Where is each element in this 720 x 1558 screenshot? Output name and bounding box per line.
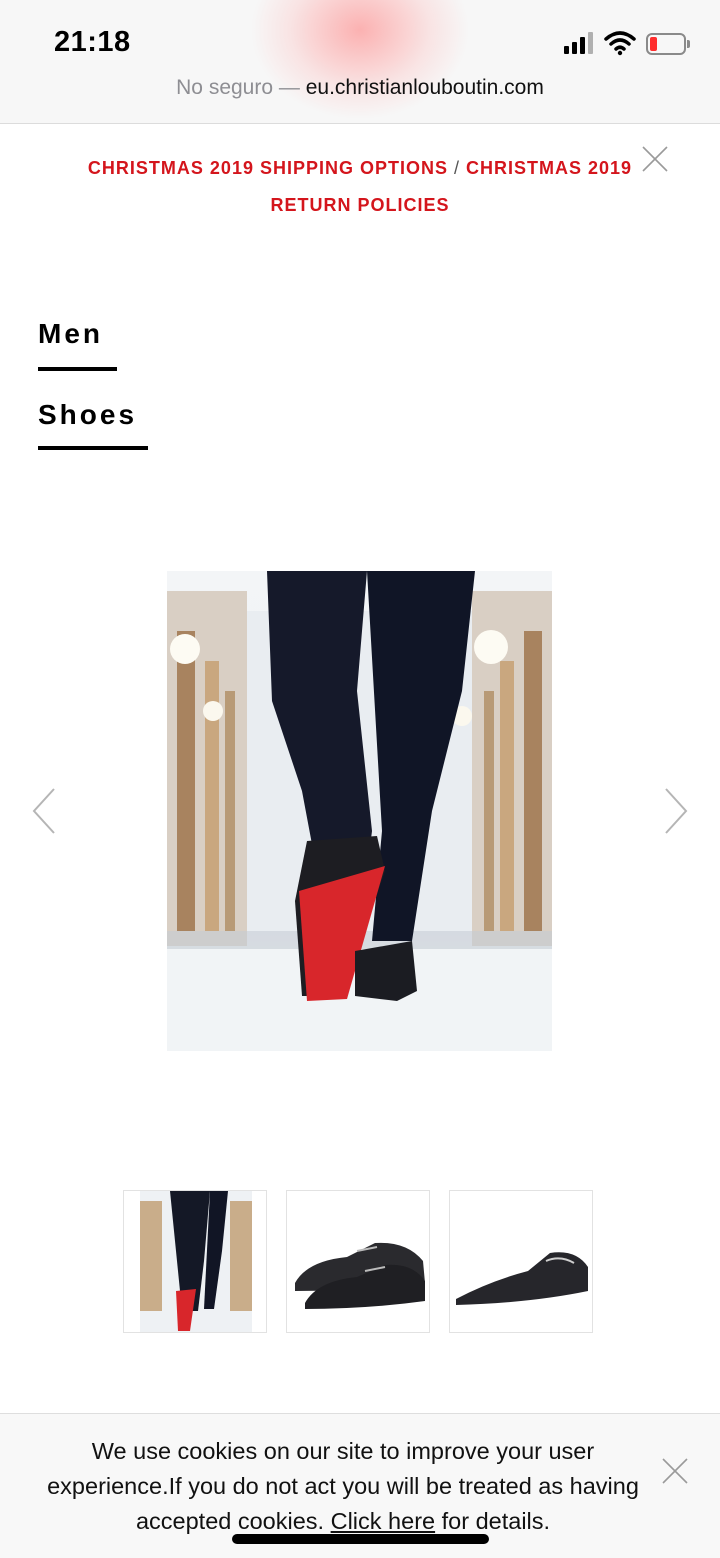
wifi-icon — [604, 31, 636, 56]
breadcrumb-underline — [38, 446, 148, 450]
cookie-message: We use cookies on our site to improve yo… — [40, 1434, 646, 1539]
cookie-details-link[interactable]: Click here — [331, 1508, 435, 1534]
thumbnail-3[interactable] — [449, 1190, 593, 1333]
thumbnail-image — [140, 1191, 252, 1332]
thumbnail-image — [456, 1252, 588, 1305]
status-bar: 21:18 No seguro — eu.christianlouboutin.… — [0, 0, 720, 124]
announcement-bar: CHRISTMAS 2019 SHIPPING OPTIONS / CHRISTMA… — [60, 150, 660, 224]
breadcrumb-shoes[interactable]: Shoes — [38, 399, 137, 431]
close-icon[interactable] — [660, 1456, 690, 1486]
thumbnail-1[interactable] — [123, 1190, 267, 1333]
home-indicator — [232, 1534, 489, 1544]
status-glow — [250, 0, 470, 120]
announcement-separator: / — [454, 158, 461, 178]
url-separator: — — [278, 76, 300, 99]
thumbnail-2[interactable] — [286, 1190, 430, 1333]
security-label: No seguro — [176, 76, 274, 99]
thumbnail-image — [295, 1242, 425, 1309]
chevron-right-icon[interactable] — [660, 786, 690, 836]
chevron-left-icon[interactable] — [30, 786, 60, 836]
breadcrumb-men[interactable]: Men — [38, 318, 103, 350]
clock: 21:18 — [54, 26, 131, 58]
battery-icon — [646, 33, 690, 55]
url-domain: eu.christianlouboutin.com — [305, 76, 544, 99]
product-photo[interactable] — [167, 571, 552, 1051]
close-icon[interactable] — [640, 144, 670, 174]
url-bar[interactable]: No seguro — eu.christianlouboutin.com — [0, 76, 720, 100]
cookie-text-end: for details. — [441, 1508, 551, 1534]
shipping-options-link[interactable]: CHRISTMAS 2019 SHIPPING OPTIONS — [88, 158, 448, 178]
breadcrumb-underline — [38, 367, 117, 371]
signal-icon — [564, 32, 598, 54]
